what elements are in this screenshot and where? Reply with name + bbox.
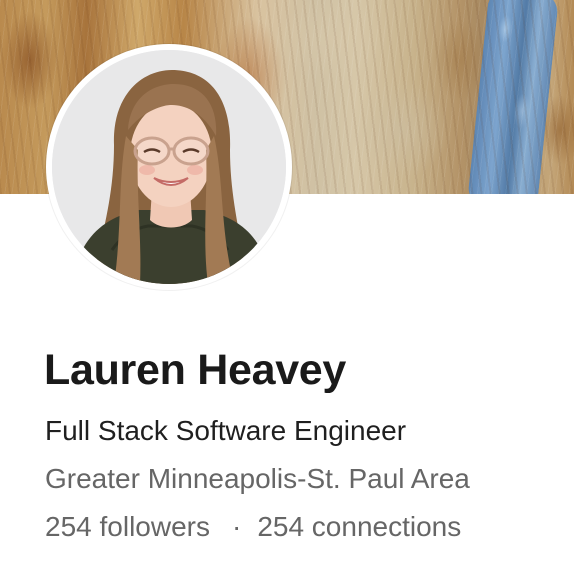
connections-link[interactable]: 254 connections xyxy=(257,511,461,542)
profile-stats: 254 followers · 254 connections xyxy=(45,509,461,545)
profile-card: Lauren Heavey Full Stack Software Engine… xyxy=(0,0,574,574)
stats-separator: · xyxy=(231,511,242,542)
profile-location: Greater Minneapolis-St. Paul Area xyxy=(45,463,470,494)
followers-link[interactable]: 254 followers xyxy=(45,511,210,542)
profile-avatar[interactable] xyxy=(46,44,292,290)
profile-photo xyxy=(52,50,286,284)
person-photo-icon xyxy=(52,50,286,284)
profile-headline: Full Stack Software Engineer xyxy=(45,415,407,446)
profile-name: Lauren Heavey xyxy=(44,346,347,394)
